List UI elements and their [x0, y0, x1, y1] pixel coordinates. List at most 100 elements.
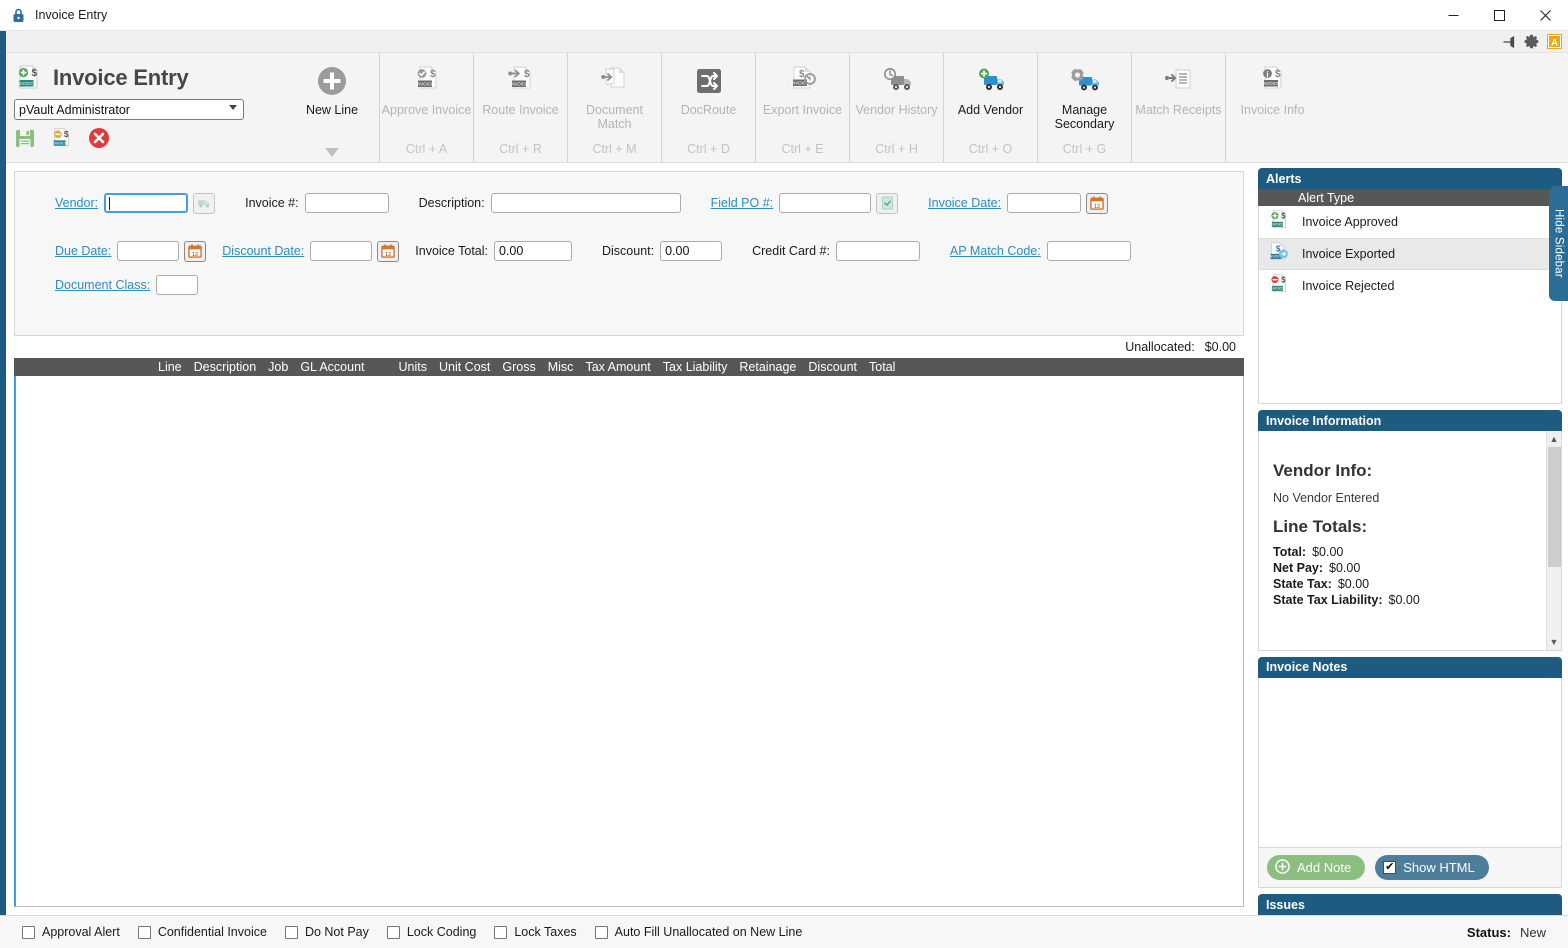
discount-date-label[interactable]: Discount Date:	[222, 244, 304, 258]
grid-col-job[interactable]: Job	[262, 360, 294, 374]
svg-text:$: $	[64, 129, 69, 139]
cancel-icon[interactable]	[88, 127, 110, 152]
vendor-label[interactable]: Vendor:	[55, 196, 98, 210]
grid-col-tax-amount[interactable]: Tax Amount	[579, 360, 656, 374]
grid-col-misc[interactable]: Misc	[542, 360, 580, 374]
ribbon-item-document-match[interactable]: Document Match Ctrl + M	[567, 53, 661, 162]
grid-col-units[interactable]: Units	[393, 360, 433, 374]
minimize-button[interactable]	[1430, 0, 1476, 31]
invoice-notes-content[interactable]	[1258, 677, 1562, 848]
grid-col-gl-account[interactable]: GL Account	[294, 360, 370, 374]
close-button[interactable]	[1522, 0, 1568, 31]
svg-text:INVOICE: INVOICE	[52, 140, 68, 145]
approve-invoice-icon: $ INVOICE	[410, 61, 444, 101]
save-icon[interactable]	[14, 127, 36, 152]
calendar-icon[interactable]: 12	[184, 240, 207, 262]
po-check-icon[interactable]	[876, 192, 899, 214]
ap-match-code-label[interactable]: AP Match Code:	[950, 244, 1041, 258]
checkbox-lock-coding[interactable]: Lock Coding	[386, 925, 476, 939]
due-date-input[interactable]	[117, 241, 180, 261]
checkbox-box[interactable]	[494, 925, 508, 939]
user-select[interactable]: pVault Administrator	[14, 99, 244, 120]
calendar-icon[interactable]: 12	[1086, 192, 1109, 214]
alerts-column-header[interactable]: Alert Type	[1258, 189, 1562, 206]
ribbon-item-match-receipts[interactable]: Match Receipts	[1131, 53, 1225, 162]
ribbon-label: Export Invoice	[762, 103, 843, 117]
checkbox-icon[interactable]: ✔	[1383, 861, 1397, 874]
scroll-up-icon[interactable]: ▲	[1547, 431, 1562, 446]
grid-col-unit-cost[interactable]: Unit Cost	[433, 360, 496, 374]
invoice-total-label: Invoice Total:	[415, 244, 488, 258]
grid-col-retainage[interactable]: Retainage	[733, 360, 802, 374]
checkbox-lock-taxes[interactable]: Lock Taxes	[494, 925, 577, 939]
show-html-toggle[interactable]: ✔ Show HTML	[1375, 855, 1489, 880]
ribbon-item-export-invoice[interactable]: $ INVOICE Export Invoice Ctrl + E	[755, 53, 849, 162]
state-tax-liability-label: State Tax Liability:	[1273, 593, 1383, 608]
ap-match-code-input[interactable]	[1046, 241, 1131, 261]
invoice-date-label[interactable]: Invoice Date:	[928, 196, 1001, 210]
checkbox-confidential-invoice[interactable]: Confidential Invoice	[137, 925, 267, 939]
checkbox-approval-alert[interactable]: Approval Alert	[22, 925, 120, 939]
checkbox-label: Do Not Pay	[304, 925, 369, 939]
field-po-label[interactable]: Field PO #:	[711, 196, 774, 210]
ribbon-item-approve-invoice[interactable]: $ INVOICE Approve Invoice Ctrl + A	[379, 53, 473, 162]
checkbox-box[interactable]	[594, 925, 608, 939]
field-po-input[interactable]	[779, 193, 872, 213]
new-line-dropdown-caret-icon[interactable]	[285, 148, 379, 157]
checkbox-box[interactable]	[284, 925, 298, 939]
checkbox-do-not-pay[interactable]: Do Not Pay	[284, 925, 369, 939]
credit-card-input[interactable]	[835, 241, 920, 261]
scroll-thumb[interactable]	[1547, 447, 1561, 568]
ribbon-label: Vendor History	[855, 103, 938, 117]
ribbon-item-docroute[interactable]: DocRoute Ctrl + D	[661, 53, 755, 162]
scrollbar[interactable]: ▲ ▼	[1546, 431, 1562, 650]
grid-col-total[interactable]: Total	[863, 360, 901, 374]
grid-col-line[interactable]: Line	[152, 360, 188, 374]
total-row: Total: $0.00	[1273, 545, 1547, 559]
ribbon-shortcut: Ctrl + G	[1062, 142, 1107, 156]
description-input[interactable]	[490, 193, 681, 213]
checkbox-box[interactable]	[386, 925, 400, 939]
invoice-date-input[interactable]	[1007, 193, 1082, 213]
hide-sidebar-tab[interactable]: Hide Sidebar	[1549, 186, 1568, 301]
discount-date-input[interactable]	[310, 241, 373, 261]
invoice-total-input[interactable]: 0.00	[494, 241, 572, 261]
ribbon-item-add-vendor[interactable]: Add Vendor Ctrl + O	[943, 53, 1037, 162]
invoice-number-input[interactable]	[304, 193, 389, 213]
grid-col-tax-liability[interactable]: Tax Liability	[657, 360, 734, 374]
vendor-truck-icon[interactable]	[193, 192, 216, 214]
scroll-down-icon[interactable]: ▼	[1547, 635, 1562, 650]
status-bar-checkboxes: Approval Alert Confidential Invoice Do N…	[0, 925, 802, 939]
grid-col-description[interactable]: Description	[188, 360, 263, 374]
app-badge-icon[interactable]: A	[1547, 34, 1562, 49]
ribbon-item-manage-secondary[interactable]: Manage Secondary Ctrl + G	[1037, 53, 1131, 162]
due-date-label[interactable]: Due Date:	[55, 244, 111, 258]
net-pay-value: $0.00	[1329, 561, 1361, 576]
discount-input[interactable]: 0.00	[660, 241, 723, 261]
pending-invoice-icon[interactable]: $ INVOICE	[50, 126, 74, 153]
list-item[interactable]: $ INVOICE Invoice Approved	[1259, 206, 1561, 238]
checkbox-auto-fill-unallocated[interactable]: Auto Fill Unallocated on New Line	[594, 925, 802, 939]
ribbon-item-route-invoice[interactable]: $ INVOICE Route Invoice Ctrl + R	[473, 53, 567, 162]
document-class-input[interactable]	[156, 275, 199, 295]
quick-action-bar: $ INVOICE	[14, 127, 285, 151]
manage-secondary-icon	[1066, 61, 1104, 101]
form-row-3: Document Class:	[15, 272, 1243, 298]
gear-icon[interactable]	[1523, 33, 1540, 50]
maximize-button[interactable]	[1476, 0, 1522, 31]
add-note-button[interactable]: Add Note	[1267, 855, 1366, 880]
grid-col-discount[interactable]: Discount	[802, 360, 863, 374]
list-item[interactable]: $ INVOICE Invoice Rejected	[1259, 270, 1561, 302]
grid-col-gross[interactable]: Gross	[496, 360, 541, 374]
ribbon-item-invoice-info[interactable]: $ i INVOICE Invoice Info	[1225, 53, 1319, 162]
ribbon-item-vendor-history[interactable]: Vendor History Ctrl + H	[849, 53, 943, 162]
vendor-input[interactable]	[104, 193, 189, 213]
grid-body[interactable]	[14, 376, 1244, 907]
checkbox-box[interactable]	[22, 925, 35, 939]
list-item[interactable]: $ INVOICE Invoice Exported	[1259, 238, 1561, 270]
ribbon-item-new-line[interactable]: New Line	[285, 53, 379, 162]
pin-icon[interactable]	[1502, 35, 1516, 49]
checkbox-box[interactable]	[137, 925, 151, 939]
calendar-icon[interactable]: 12	[377, 240, 400, 262]
document-class-label[interactable]: Document Class:	[55, 278, 150, 292]
